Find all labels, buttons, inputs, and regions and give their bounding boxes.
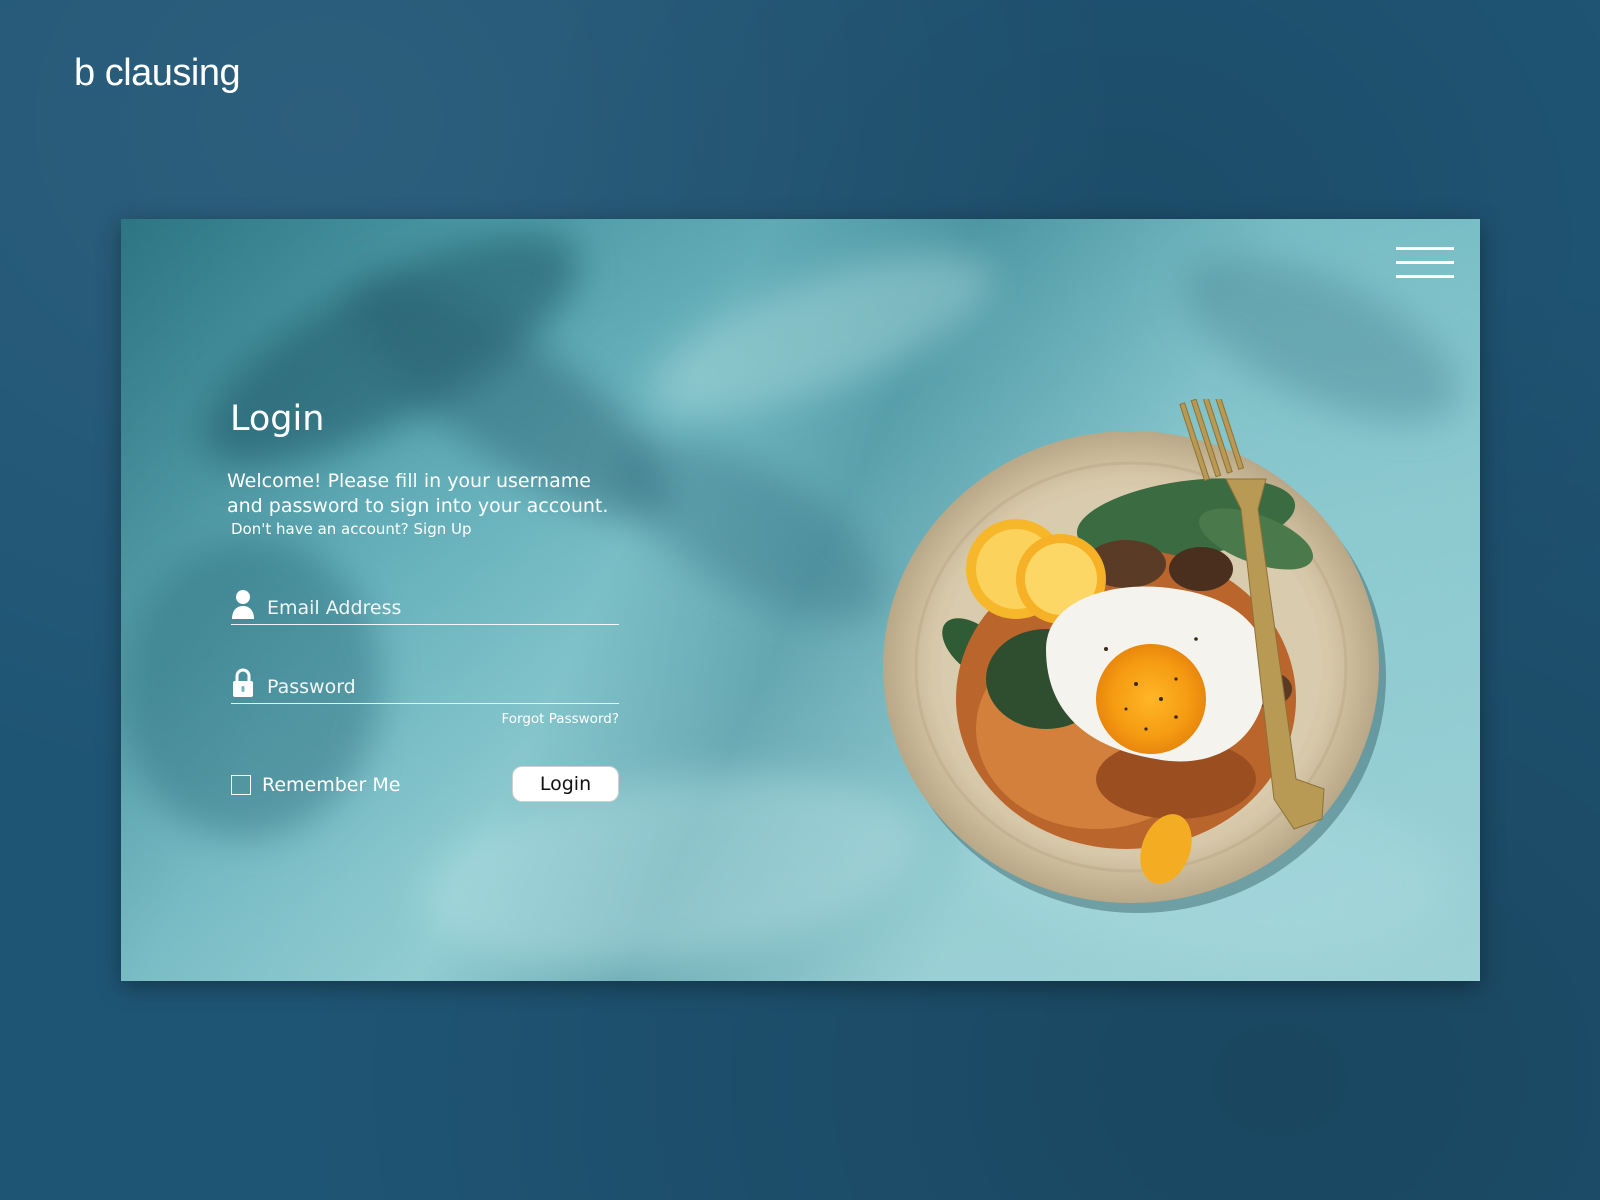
login-title: Login	[230, 399, 325, 439]
remember-me-checkbox[interactable]	[231, 775, 251, 795]
remember-me-toggle[interactable]: Remember Me	[231, 772, 400, 798]
welcome-line-1: Welcome! Please fill in your username	[227, 470, 591, 492]
email-field	[231, 588, 619, 625]
signup-link[interactable]: Don't have an account? Sign Up	[231, 520, 472, 538]
welcome-text: Welcome! Please fill in your username an…	[227, 469, 617, 519]
user-icon	[232, 590, 254, 619]
lock-icon	[233, 668, 253, 697]
paint-streak	[591, 402, 911, 656]
login-card: Login Welcome! Please fill in your usern…	[121, 219, 1480, 981]
email-input[interactable]	[267, 594, 607, 622]
brand-logo: b clausing	[74, 52, 241, 94]
password-input[interactable]	[267, 673, 607, 701]
remember-me-label: Remember Me	[262, 774, 401, 796]
login-button[interactable]: Login	[512, 766, 619, 802]
food-bowl-photo	[883, 399, 1386, 913]
password-field	[231, 667, 619, 704]
forgot-password-link[interactable]: Forgot Password?	[483, 711, 620, 727]
hamburger-menu-icon[interactable]	[1396, 247, 1454, 279]
paint-streak	[410, 745, 932, 981]
welcome-line-2: and password to sign into your account.	[227, 495, 609, 517]
